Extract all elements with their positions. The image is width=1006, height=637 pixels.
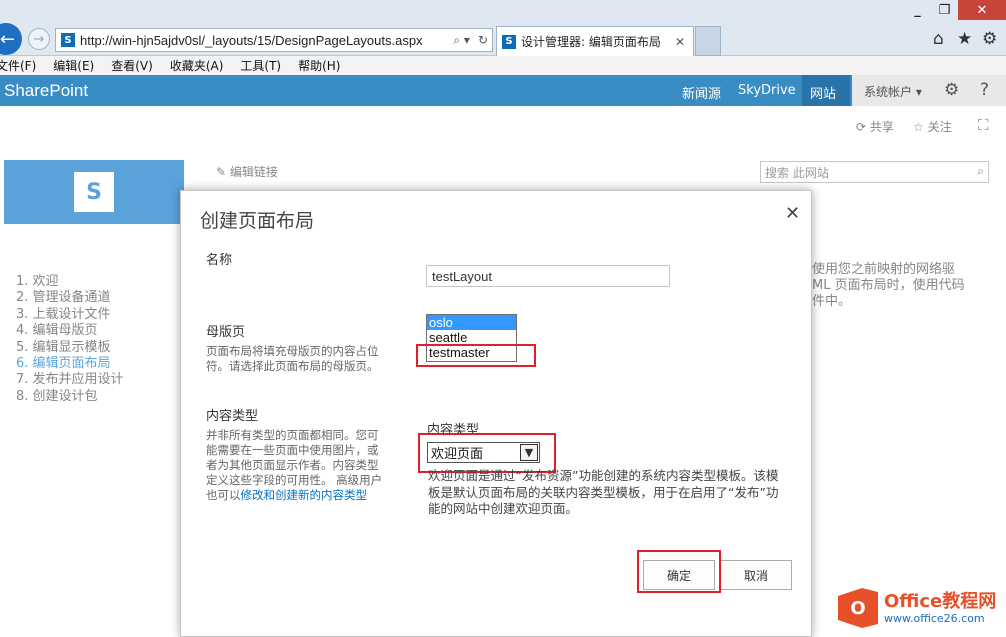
close-icon[interactable]: ✕ [785, 203, 800, 224]
highlight-box-master [416, 344, 536, 367]
settings-gear-icon[interactable]: ⚙ [944, 80, 959, 100]
menu-file[interactable]: 文件(F) [0, 57, 36, 74]
create-page-layout-dialog: 创建页面布局 ✕ 名称 母版页 页面布局将填充母版页的内容占位符。请选择此页面布… [180, 190, 812, 637]
sharepoint-favicon-icon: S [61, 33, 75, 47]
brand-logo-text[interactable]: SharePoint [4, 81, 88, 101]
content-type-help-text: 欢迎页面是通过“发布资源”功能创建的系统内容类型模板。该模板是默认页面布局的关联… [428, 468, 788, 518]
browser-navbar: ← → S http://win-hjn5ajdv0sl/_layouts/15… [0, 22, 1006, 56]
gear-icon[interactable]: ⚙ [982, 29, 997, 49]
forward-arrow-icon[interactable]: → [28, 28, 50, 50]
minimize-button[interactable]: _ [904, 0, 931, 20]
modify-content-types-link[interactable]: 修改和创建新的内容类型 [241, 488, 368, 502]
cancel-button[interactable]: 取消 [720, 560, 792, 590]
name-label: 名称 [206, 249, 232, 268]
master-page-label: 母版页 [206, 321, 245, 340]
address-bar[interactable]: S http://win-hjn5ajdv0sl/_layouts/15/Des… [55, 28, 493, 52]
menu-help[interactable]: 帮助(H) [298, 57, 340, 74]
watermark-url: www.office26.com [884, 612, 996, 625]
menu-edit[interactable]: 编辑(E) [53, 57, 94, 74]
highlight-box-ok [637, 550, 721, 593]
watermark-brand: Office教程网 [884, 592, 996, 612]
content-type-label: 内容类型 [206, 405, 258, 424]
url-text[interactable]: http://win-hjn5ajdv0sl/_layouts/15/Desig… [80, 33, 449, 48]
help-icon[interactable]: ? [980, 80, 989, 100]
maximize-button[interactable]: ❐ [931, 0, 958, 20]
window-titlebar: _ ❐ ✕ [0, 0, 1006, 22]
sharepoint-favicon-icon: S [502, 35, 516, 49]
menu-tools[interactable]: 工具(T) [240, 57, 281, 74]
suite-link-sites[interactable]: 网站 [802, 75, 850, 106]
refresh-icon[interactable]: ↻ [474, 33, 492, 47]
account-menu[interactable]: 系统帐户 ▾ [864, 83, 922, 100]
highlight-box-content-type [418, 433, 556, 473]
close-icon[interactable]: ✕ [667, 35, 693, 49]
suite-link-newsfeed[interactable]: 新闻源 [682, 83, 721, 102]
layout-name-input[interactable] [426, 265, 670, 287]
suite-link-skydrive[interactable]: SkyDrive [738, 83, 796, 98]
content-type-description: 并非所有类型的页面都相同。您可能需要在一些页面中使用图片，或者为其他页面显示作者… [206, 428, 386, 503]
master-page-description: 页面布局将填充母版页的内容占位符。请选择此页面布局的母版页。 [206, 344, 386, 374]
tab-design-manager[interactable]: S 设计管理器: 编辑页面布局 ✕ [496, 26, 694, 56]
favorites-star-icon[interactable]: ★ [957, 29, 972, 49]
watermark: O Office教程网 www.office26.com [838, 583, 1004, 633]
tab-title: 设计管理器: 编辑页面布局 [521, 33, 667, 50]
menu-view[interactable]: 查看(V) [111, 57, 153, 74]
watermark-text: Office教程网 www.office26.com [884, 592, 996, 625]
master-option-oslo[interactable]: oslo [427, 315, 516, 330]
suite-bar: SharePoint 新闻源 SkyDrive 网站 系统帐户 ▾ ⚙ ? [0, 75, 1006, 106]
dialog-title: 创建页面布局 [200, 206, 314, 233]
close-window-button[interactable]: ✕ [958, 0, 1006, 20]
search-dropdown-icon[interactable]: ⌕ ▾ [449, 33, 474, 48]
new-tab-button[interactable] [695, 26, 721, 56]
menu-favorites[interactable]: 收藏夹(A) [170, 57, 224, 74]
menu-bar: 文件(F) 编辑(E) 查看(V) 收藏夹(A) 工具(T) 帮助(H) [0, 56, 1006, 75]
office-logo-icon: O [838, 588, 878, 628]
home-icon[interactable]: ⌂ [933, 29, 944, 49]
back-arrow-icon[interactable]: ← [0, 23, 22, 55]
master-option-seattle[interactable]: seattle [427, 330, 516, 345]
